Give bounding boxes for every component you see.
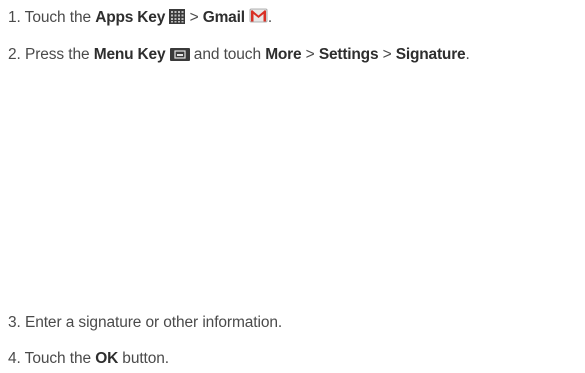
apps-grid-icon: [169, 9, 186, 24]
gmail-label: Gmail: [202, 9, 245, 26]
step-text: Touch the: [24, 9, 91, 26]
step-number: 3.: [8, 314, 21, 331]
gmail-envelope-icon: [249, 8, 268, 24]
separator: >: [189, 9, 199, 26]
step-1: 1. Touch the Apps Key > Gmail .: [8, 8, 272, 28]
separator: >: [305, 46, 315, 63]
step-2: 2. Press the Menu Key and touch More > S…: [8, 45, 470, 65]
step-number: 4.: [8, 350, 21, 367]
sentence-end: .: [465, 46, 470, 63]
step-text: button.: [122, 350, 169, 367]
step-3: 3. Enter a signature or other informatio…: [8, 313, 282, 333]
ok-label: OK: [95, 350, 119, 367]
separator: >: [382, 46, 392, 63]
step-number: 2.: [8, 46, 21, 63]
menu-key-icon: [169, 48, 190, 61]
signature-label: Signature: [395, 46, 466, 63]
step-text: and touch: [193, 46, 261, 63]
settings-label: Settings: [318, 46, 379, 63]
more-label: More: [265, 46, 302, 63]
step-number: 1.: [8, 9, 21, 26]
step-text: Touch the: [24, 350, 91, 367]
step-text: Press the: [24, 46, 90, 63]
sentence-end: .: [267, 9, 273, 26]
step-4: 4. Touch the OK button.: [8, 349, 169, 369]
step-text: Enter a signature or other information.: [24, 314, 283, 331]
apps-key-label: Apps Key: [95, 9, 166, 26]
menu-key-label: Menu Key: [93, 46, 166, 63]
